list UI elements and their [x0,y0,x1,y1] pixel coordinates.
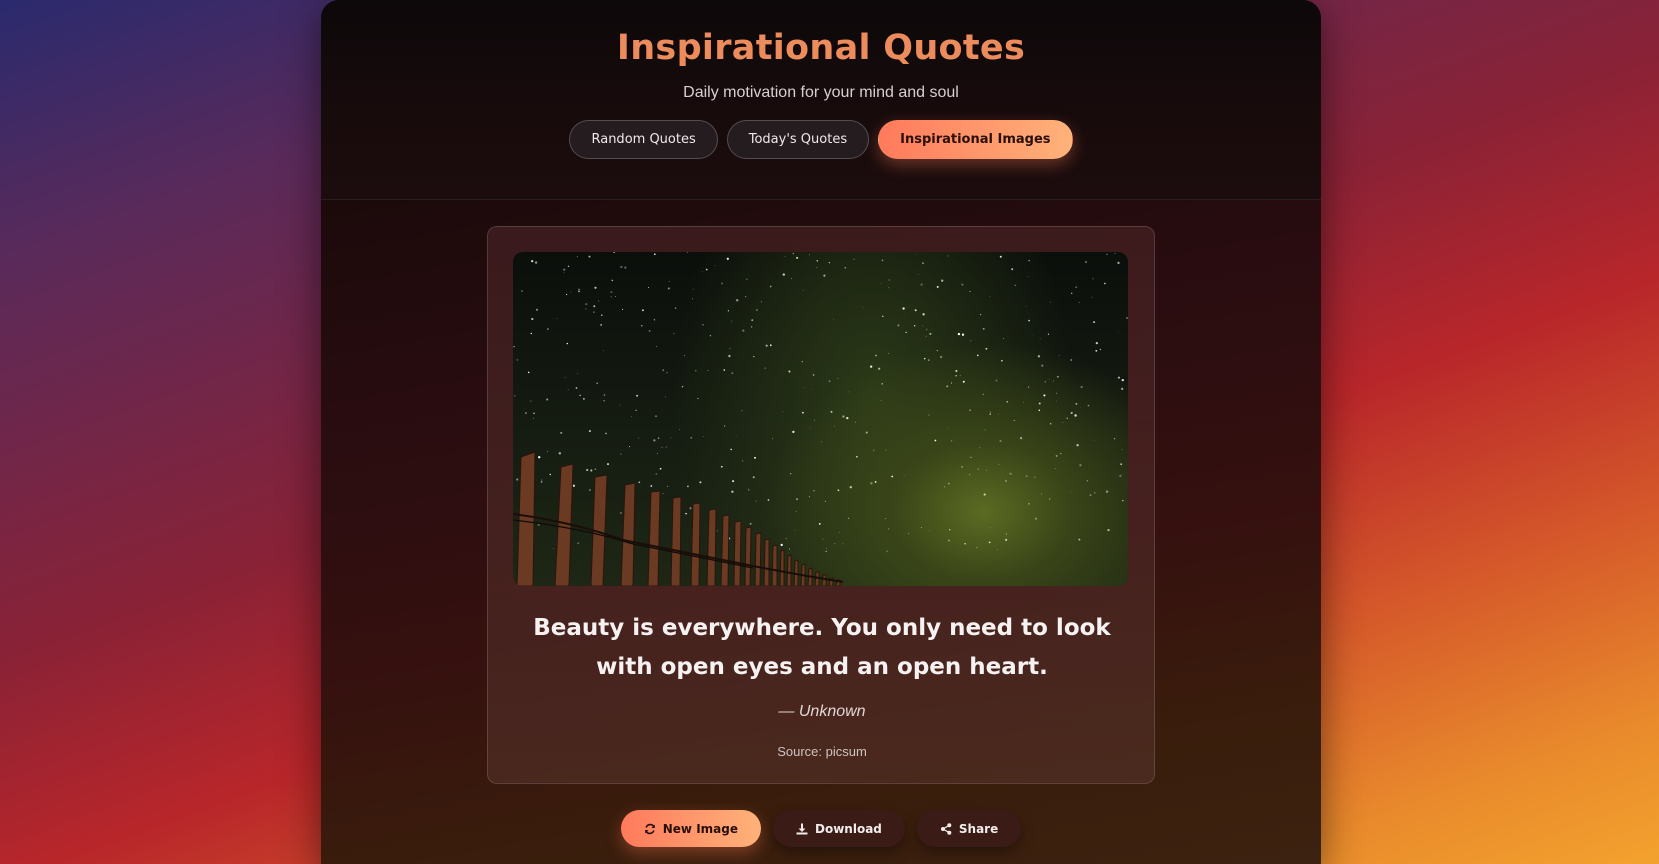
download-button[interactable]: Download [773,810,905,847]
action-bar: New Image Download Share [321,810,1321,847]
share-icon [940,822,952,835]
share-label: Share [958,821,999,836]
new-image-label: New Image [662,821,738,836]
tab-bar: Random Quotes Today's Quotes Inspiration… [321,120,1321,159]
quote-author: — Unknown [778,703,866,720]
download-label: Download [815,821,882,836]
app-container: Inspirational Quotes Daily motivation fo… [321,0,1321,864]
header: Inspirational Quotes Daily motivation fo… [321,0,1321,200]
starry-sky-fence-photo [513,252,1128,586]
refresh-icon [644,823,656,835]
image-source: Source: picsum [777,744,867,759]
tab-inspirational-images[interactable]: Inspirational Images [878,120,1073,159]
new-image-button[interactable]: New Image [620,810,761,847]
share-button[interactable]: Share [916,810,1022,847]
tab-todays-quotes[interactable]: Today's Quotes [726,120,870,159]
tab-random-quotes[interactable]: Random Quotes [569,120,718,159]
download-icon [796,823,808,835]
quote-text: Beauty is everywhere. You only need to l… [533,615,1111,680]
quote-card: Beauty is everywhere. You only need to l… [487,226,1155,784]
page-title: Inspirational Quotes [616,28,1026,68]
fence-silhouette [513,451,844,586]
page-subtitle: Daily motivation for your mind and soul [683,84,959,101]
